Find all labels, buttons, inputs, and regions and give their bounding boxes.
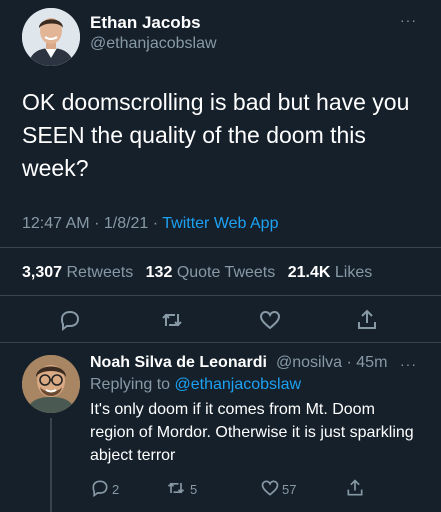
handle-separator: · — [342, 354, 357, 371]
divider — [0, 295, 441, 296]
reply-count: 2 — [112, 482, 120, 497]
more-icon[interactable]: ··· — [400, 356, 417, 372]
quote-label: Quote Tweets — [176, 264, 276, 281]
divider — [0, 247, 441, 248]
quote-stat[interactable]: 132 Quote Tweets — [146, 264, 276, 281]
reply-author-handle: @nosilva · 45m — [276, 354, 387, 372]
reply-handle[interactable]: @nosilva — [276, 354, 342, 371]
tweet-text: OK doomscrolling is bad but have you SEE… — [22, 89, 410, 181]
meta-separator: · — [94, 215, 104, 232]
tweet-source[interactable]: Twitter Web App — [162, 215, 278, 232]
replying-to-handle[interactable]: @ethanjacobslaw — [175, 376, 302, 393]
reply-age[interactable]: 45m — [356, 354, 387, 371]
share-icon[interactable] — [345, 478, 365, 503]
quote-count: 132 — [145, 264, 173, 281]
author-handle[interactable]: @ethanjacobslaw — [90, 35, 217, 53]
replying-prefix: Replying to — [90, 376, 171, 393]
reply-icon[interactable] — [90, 478, 110, 503]
reply-author-name[interactable]: Noah Silva de Leonardi — [90, 354, 267, 372]
like-count: 57 — [282, 482, 297, 497]
replying-to: Replying to @ethanjacobslaw — [90, 376, 301, 394]
retweets-stat[interactable]: 3,307 Retweets — [22, 264, 133, 281]
reply-author-avatar[interactable] — [22, 355, 80, 413]
divider — [0, 342, 441, 343]
tweet-time[interactable]: 12:47 AM — [22, 215, 90, 232]
retweet-count: 5 — [190, 482, 198, 497]
tweet-stats: 3,307 Retweets 132 Quote Tweets 21.4K Li… — [22, 264, 372, 282]
share-icon[interactable] — [355, 308, 379, 337]
retweets-label: Retweets — [66, 264, 134, 281]
likes-label: Likes — [334, 264, 373, 281]
more-icon[interactable]: ··· — [400, 12, 417, 28]
retweet-icon[interactable] — [166, 478, 186, 503]
author-avatar[interactable] — [22, 8, 80, 66]
reply-text: It's only doom if it comes from Mt. Doom… — [90, 401, 414, 464]
tweet-date[interactable]: 1/8/21 — [104, 215, 148, 232]
likes-stat[interactable]: 21.4K Likes — [288, 264, 373, 281]
reply-icon[interactable] — [58, 308, 82, 337]
thread-line — [50, 418, 52, 512]
retweets-count: 3,307 — [22, 264, 63, 281]
author-name[interactable]: Ethan Jacobs — [90, 13, 201, 33]
like-icon[interactable] — [258, 308, 282, 337]
tweet-meta: 12:47 AM · 1/8/21 · Twitter Web App — [22, 215, 278, 233]
like-icon[interactable] — [260, 478, 280, 503]
likes-count: 21.4K — [287, 264, 331, 281]
meta-separator: · — [152, 215, 163, 232]
retweet-icon[interactable] — [160, 308, 184, 337]
